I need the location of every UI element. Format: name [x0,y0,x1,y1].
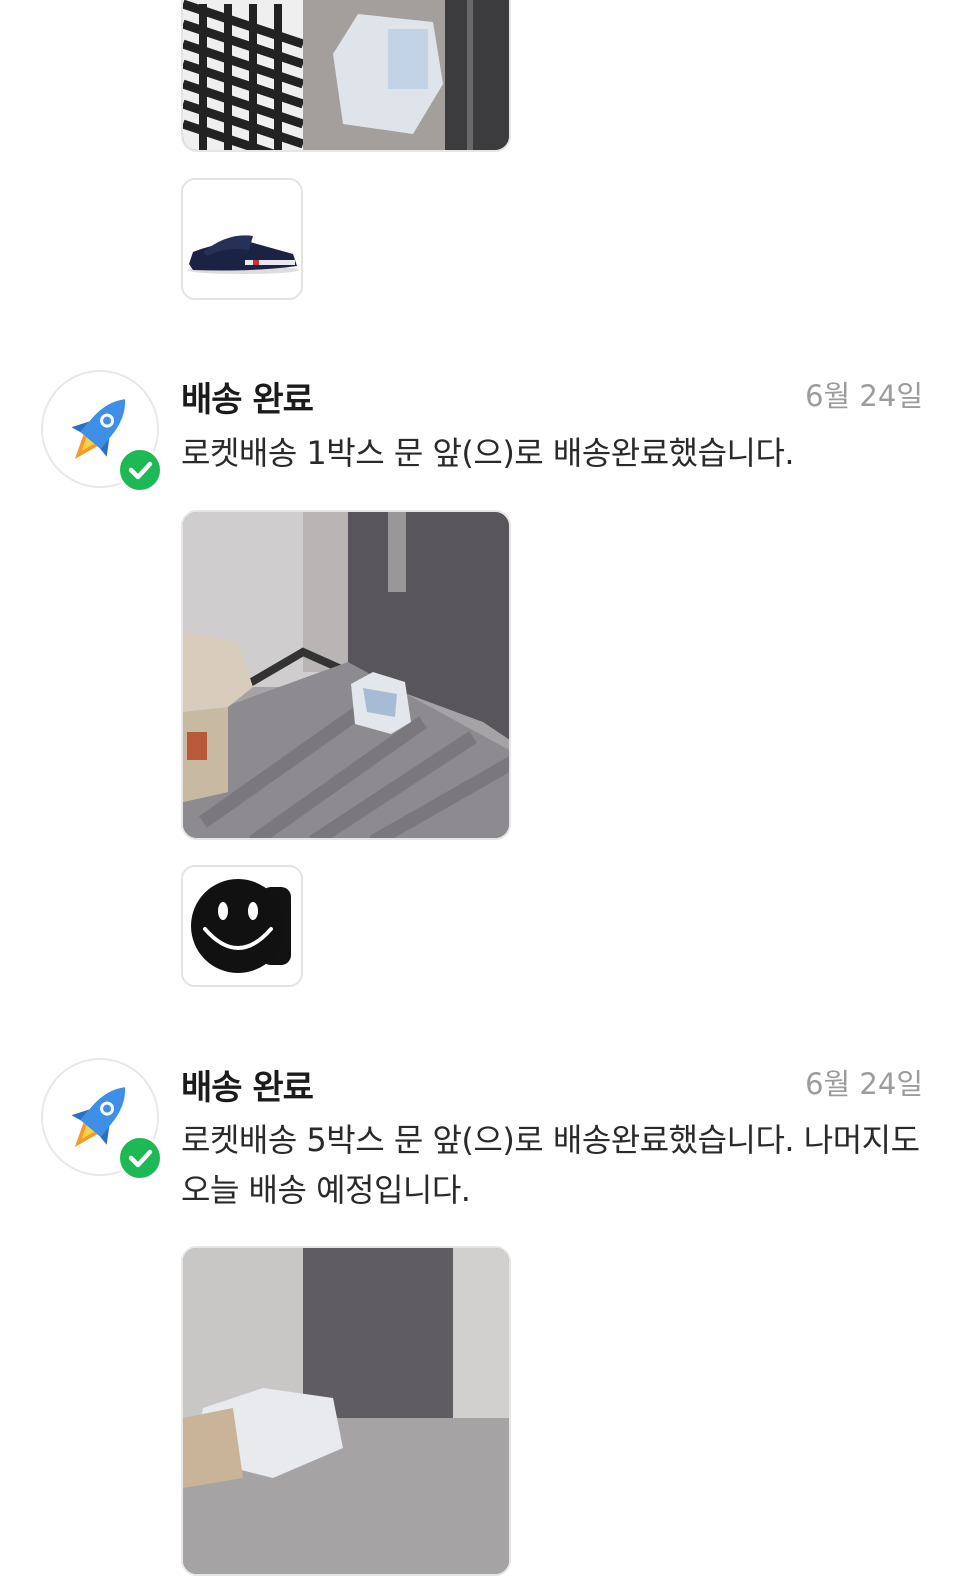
update-date: 6월 24일 [805,1067,923,1101]
delivery-photo-image [183,512,509,838]
update-date: 6월 24일 [805,379,923,413]
delivery-photo[interactable] [181,510,511,840]
update-title: 배송 완료 [181,1068,314,1108]
delivery-photo[interactable] [181,1246,511,1576]
smiley-product-image [183,867,301,985]
product-thumbnail[interactable] [181,178,303,300]
product-thumbnail[interactable] [181,865,303,987]
update-title: 배송 완료 [181,380,314,420]
delivery-photo-image [183,1248,509,1574]
slipper-product-image [183,180,301,298]
update-message: 로켓배송 1박스 문 앞(으)로 배송완료했습니다. [181,434,795,472]
delivered-check-icon [117,1135,163,1181]
delivered-check-icon [117,447,163,493]
delivery-photo[interactable] [181,0,511,152]
update-message: 로켓배송 5박스 문 앞(으)로 배송완료했습니다. 나머지도 오늘 배송 예정… [181,1121,920,1209]
delivery-photo-image [183,0,509,150]
